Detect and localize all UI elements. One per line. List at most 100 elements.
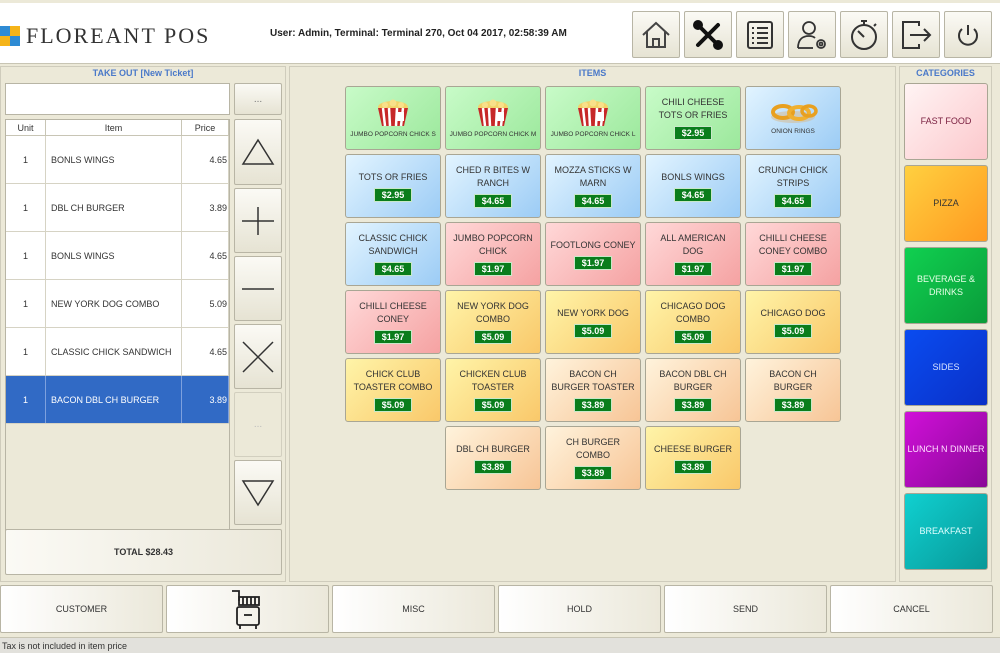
ticket-panel: TAKE OUT [New Ticket] ... Unit Item Pric… (0, 66, 286, 582)
menu-item[interactable]: CHICK CLUB TOASTER COMBO $5.09 (345, 358, 441, 422)
menu-item-name: DBL CH BURGER (456, 443, 530, 454)
menu-item[interactable]: JUMBO POPCORN CHICK M (445, 86, 541, 150)
ticket-row[interactable]: 1 CLASSIC CHICK SANDWICH 4.65 (6, 328, 229, 376)
menu-item-price: $3.89 (573, 466, 613, 480)
menu-item-name: CHICKEN CLUB TOASTER (459, 369, 527, 392)
minus-icon (242, 287, 274, 290)
menu-item[interactable]: JUMBO POPCORN CHICK L (545, 86, 641, 150)
menu-item[interactable]: ALL AMERICAN DOG $1.97 (645, 222, 741, 286)
decrease-quantity-button[interactable] (234, 256, 282, 321)
menu-item[interactable]: NEW YORK DOG $5.09 (545, 290, 641, 354)
menu-item[interactable]: FOOTLONG CONEY $1.97 (545, 222, 641, 286)
menu-item-price: $1.97 (673, 262, 713, 276)
menu-item-name: CHICAGO DOG COMBO (660, 301, 726, 324)
menu-item[interactable]: MOZZA STICKS W MARN $4.65 (545, 154, 641, 218)
menu-item-price: $4.65 (673, 187, 713, 202)
menu-item-price: $3.89 (573, 398, 613, 412)
menu-item[interactable]: CHICAGO DOG COMBO $5.09 (645, 290, 741, 354)
user-settings-button[interactable] (788, 11, 836, 58)
ticket-row[interactable]: 1 BONLS WINGS 4.65 (6, 136, 229, 184)
menu-item-price: $3.89 (473, 459, 513, 474)
send-button[interactable]: SEND (664, 585, 827, 633)
menu-item-price: $4.65 (473, 194, 513, 208)
menu-item[interactable]: NEW YORK DOG COMBO $5.09 (445, 290, 541, 354)
orders-button[interactable] (736, 11, 784, 58)
category-button[interactable]: BEVERAGE & DRINKS (904, 247, 988, 324)
popcorn-icon (478, 99, 508, 126)
category-button[interactable]: FAST FOOD (904, 83, 988, 160)
home-button[interactable] (632, 11, 680, 58)
ticket-rows: 1 BONLS WINGS 4.65 1 DBL CH BURGER 3.89 1 BONLS… (6, 136, 229, 424)
menu-item-name: CHICAGO DOG (760, 307, 826, 318)
plus-icon (242, 206, 274, 235)
menu-item[interactable]: CHILI CHEESE TOTS OR FRIES $2.95 (645, 86, 741, 150)
menu-item[interactable]: CHILLI CHEESE CONEY $1.97 (345, 290, 441, 354)
category-button[interactable]: SIDES (904, 329, 988, 406)
shutdown-button[interactable] (944, 11, 992, 58)
menu-item[interactable]: BACON CH BURGER TOASTER $3.89 (545, 358, 641, 422)
menu-item-name: BACON CH BURGER (769, 369, 817, 392)
menu-item-price: $5.09 (473, 330, 513, 344)
tools-button[interactable] (684, 11, 732, 58)
scroll-up-button[interactable] (234, 119, 282, 185)
menu-item[interactable]: CLASSIC CHICK SANDWICH $4.65 (345, 222, 441, 286)
menu-item-name: CHICK CLUB TOASTER COMBO (353, 369, 433, 392)
menu-item[interactable]: BACON CH BURGER $3.89 (745, 358, 841, 422)
increase-quantity-button[interactable] (234, 188, 282, 253)
menu-item[interactable]: DBL CH BURGER $3.89 (445, 426, 541, 490)
cancel-button[interactable]: CANCEL (830, 585, 993, 633)
ticket-row[interactable]: 1 BACON DBL CH BURGER 3.89 (6, 376, 229, 424)
menu-item-name: ALL AMERICAN DOG (660, 233, 726, 256)
ticket-row-item: CLASSIC CHICK SANDWICH (46, 328, 182, 375)
menu-item[interactable]: CRUNCH CHICK STRIPS $4.65 (745, 154, 841, 218)
delete-item-button[interactable] (234, 324, 282, 389)
ticket-title: TAKE OUT [New Ticket] (92, 68, 194, 78)
items-title: ITEMS (578, 68, 607, 78)
menu-item[interactable]: CH BURGER COMBO $3.89 (545, 426, 641, 490)
more-button[interactable]: ... (234, 83, 282, 115)
ticket-row[interactable]: 1 NEW YORK DOG COMBO 5.09 (6, 280, 229, 328)
logout-button[interactable] (892, 11, 940, 58)
scroll-down-button[interactable] (234, 460, 282, 525)
menu-item[interactable]: JUMBO POPCORN CHICK S (345, 86, 441, 150)
stopwatch-icon (851, 19, 877, 50)
clock-in-out-button[interactable] (840, 11, 888, 58)
menu-item-name: BACON DBL CH BURGER (659, 369, 727, 392)
items-grid: JUMBO POPCORN CHICK S JUMBO POPCORN CHICK… (345, 86, 841, 490)
disabled-button: ... (234, 392, 282, 457)
menu-item-price: $4.65 (373, 262, 413, 276)
menu-item[interactable]: CHEESE BURGER $3.89 (645, 426, 741, 490)
menu-item-name: CH BURGER COMBO (565, 437, 620, 460)
column-header-item: Item (46, 120, 182, 135)
ticket-row[interactable]: 1 BONLS WINGS 4.65 (6, 232, 229, 280)
menu-item[interactable]: ONION RINGS (745, 86, 841, 150)
category-button[interactable]: LUNCH N DINNER (904, 411, 988, 488)
menu-item[interactable]: JUMBO POPCORN CHICK $1.97 (445, 222, 541, 286)
ticket-row-item: BONLS WINGS (46, 136, 182, 183)
cart-button[interactable] (166, 585, 329, 633)
misc-button[interactable]: MISC (332, 585, 495, 633)
menu-item[interactable]: BONLS WINGS $4.65 (645, 154, 741, 218)
menu-item-price: $4.65 (773, 194, 813, 208)
ticket-note-input[interactable] (5, 83, 230, 115)
ticket-row-price: 4.65 (182, 136, 229, 183)
cart-icon (231, 590, 260, 629)
total-button[interactable]: TOTAL $28.43 (5, 529, 282, 575)
menu-item[interactable]: CHICAGO DOG $5.09 (745, 290, 841, 354)
menu-item-price: $2.95 (673, 126, 713, 140)
ticket-row-price: 5.09 (182, 280, 229, 327)
hold-button[interactable]: HOLD (498, 585, 661, 633)
menu-item[interactable]: CHED R BITES W RANCH $4.65 (445, 154, 541, 218)
menu-item[interactable]: CHILLI CHEESE CONEY COMBO $1.97 (745, 222, 841, 286)
customer-button[interactable]: CUSTOMER (0, 585, 163, 633)
category-button[interactable]: PIZZA (904, 165, 988, 242)
ticket-row[interactable]: 1 DBL CH BURGER 3.89 (6, 184, 229, 232)
menu-item-price: $1.97 (373, 330, 413, 344)
ticket-row-item: DBL CH BURGER (46, 184, 182, 231)
menu-item[interactable]: CHICKEN CLUB TOASTER $5.09 (445, 358, 541, 422)
menu-item[interactable]: TOTS OR FRIES $2.95 (345, 154, 441, 218)
menu-item-name: JUMBO POPCORN CHICK S (350, 130, 436, 138)
menu-item-name: TOTS OR FRIES (358, 171, 428, 182)
category-button[interactable]: BREAKFAST (904, 493, 988, 570)
menu-item[interactable]: BACON DBL CH BURGER $3.89 (645, 358, 741, 422)
